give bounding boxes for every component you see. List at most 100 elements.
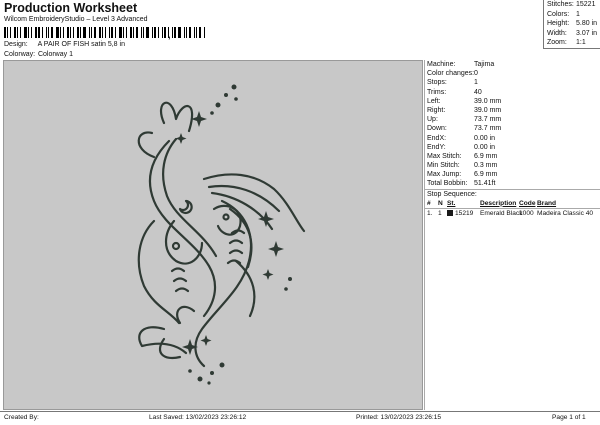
barcode-bar [119,27,122,38]
barcode-bar [35,27,37,38]
stat-width: Width: 3.07 in [547,29,598,37]
info-color-changes: Color changes:0 [427,70,478,78]
barcode-bar [196,27,197,38]
stat-stitches: Stitches: 15221 [547,1,596,8]
barcode-bar [80,27,81,38]
created-by: Created By: [4,414,39,421]
row-code: 1000 [519,209,534,217]
barcode-bar [51,27,53,38]
barcode-bar [143,27,144,38]
barcode-bar [174,27,176,38]
footer: Created By: Last Saved: 13/02/2023 23:26… [0,411,600,425]
stop-sequence-header: # N St. Description Code Brand [425,199,600,209]
barcode-bar [83,27,86,38]
barcode-bar [133,27,134,38]
barcode-bar [115,27,116,38]
barcode-bar [7,27,8,38]
design-row: Design: A PAIR OF FISH satin 5,8 in [4,41,125,48]
barcode [4,27,209,38]
barcode-bar [172,27,173,38]
barcode-bar [184,27,185,38]
info-total-bobbin: Total Bobbin: 51.41ft [427,180,496,188]
row-st: 15219 [447,209,480,218]
color-swatch [447,209,453,216]
barcode-bar [89,27,90,38]
info-left: Left: 39.0 mm [427,97,502,105]
barcode-bar [158,27,159,38]
barcode-bar [17,27,18,38]
barcode-bar [146,27,149,38]
barcode-bar [126,27,127,38]
barcode-bar [204,27,205,38]
barcode-bar [199,27,201,38]
info-down: Down: 73.7 mm [427,125,502,133]
row-description: Emerald Black [480,209,523,217]
barcode-bar [60,27,61,38]
barcode-bar [154,27,156,38]
barcode-bar [141,27,142,38]
table-row: 1. 1 15219 Emerald Black 1000 Madeira Cl… [425,209,600,218]
barcode-bar [152,27,153,38]
col-num: # [427,199,431,207]
barcode-bar [162,27,163,38]
col-brand: Brand [537,199,557,207]
col-n: N [438,199,443,207]
colorway-label: Colorway: [4,51,36,58]
barcode-bar [24,27,27,38]
barcode-bar [70,27,71,38]
barcode-bar [178,27,181,38]
info-max-stitch: Max Stitch: 6.9 mm [427,152,498,160]
machine-info-panel: Machine: Tajima Color changes:0 Stops: 1 T… [424,60,600,410]
info-machine: Machine: Tajima [427,61,495,68]
design-label: Design: [4,41,28,48]
barcode-bar [38,27,40,38]
col-st: St. [447,199,456,207]
stat-zoom: Zoom: 1:1 [547,39,586,47]
barcode-bar [42,27,43,38]
col-code: Code [519,199,536,207]
barcode-bar [31,27,32,38]
barcode-bar [28,27,29,38]
barcode-bar [105,27,106,38]
barcode-bar [189,27,191,38]
row-num: 1. [427,209,433,217]
design-preview[interactable] [3,60,423,410]
info-trims: Trims: 40 [427,88,482,96]
col-description: Description [480,199,517,207]
barcode-bar [186,27,187,38]
info-endy: EndY: 0.00 in [427,143,496,151]
barcode-bar [67,27,69,38]
koi-fish-embroidery-image [137,84,306,385]
barcode-bar [20,27,21,38]
barcode-bar [56,27,59,38]
page-number: Page 1 of 1 [552,414,586,421]
info-endx: EndX: 0.00 in [427,134,496,142]
info-up: Up: 73.7 mm [427,116,502,124]
barcode-mark: , [168,30,171,40]
stat-height: Height: 5.80 in [547,20,598,28]
stat-colors: Colors: 1 [547,10,580,18]
barcode-bar [102,27,103,38]
barcode-bar [14,27,16,38]
barcode-bar [63,27,64,38]
barcode-bar [164,27,166,38]
production-worksheet: Production Worksheet Wilcom EmbroiderySt… [0,0,600,424]
barcode-bar [123,27,124,38]
last-saved: Last Saved: 13/02/2023 23:26:12 [149,414,247,421]
info-right: Right: 39.0 mm [427,106,502,114]
colorway-row: Colorway: Colorway 1 [4,51,73,58]
row-brand: Madeira Classic 40 [537,209,594,217]
barcode-bar [111,27,113,38]
barcode-bar [194,27,195,38]
barcode-bar [10,27,11,38]
printed: Printed: 13/02/2023 23:26:15 [356,414,442,421]
stats-box: Stitches: 15221 Colors: 1 Height: 5.80 in W… [543,0,600,49]
info-stops: Stops: 1 [427,79,478,87]
barcode-bar [136,27,138,38]
barcode-bar [48,27,49,38]
barcode-bar [91,27,92,38]
barcode-bar [130,27,132,38]
info-max-jump: Max Jump: 6.9 mm [427,171,498,179]
barcode-bar [73,27,74,38]
software-subtitle: Wilcom EmbroideryStudio – Level 3 Advanc… [4,16,148,23]
